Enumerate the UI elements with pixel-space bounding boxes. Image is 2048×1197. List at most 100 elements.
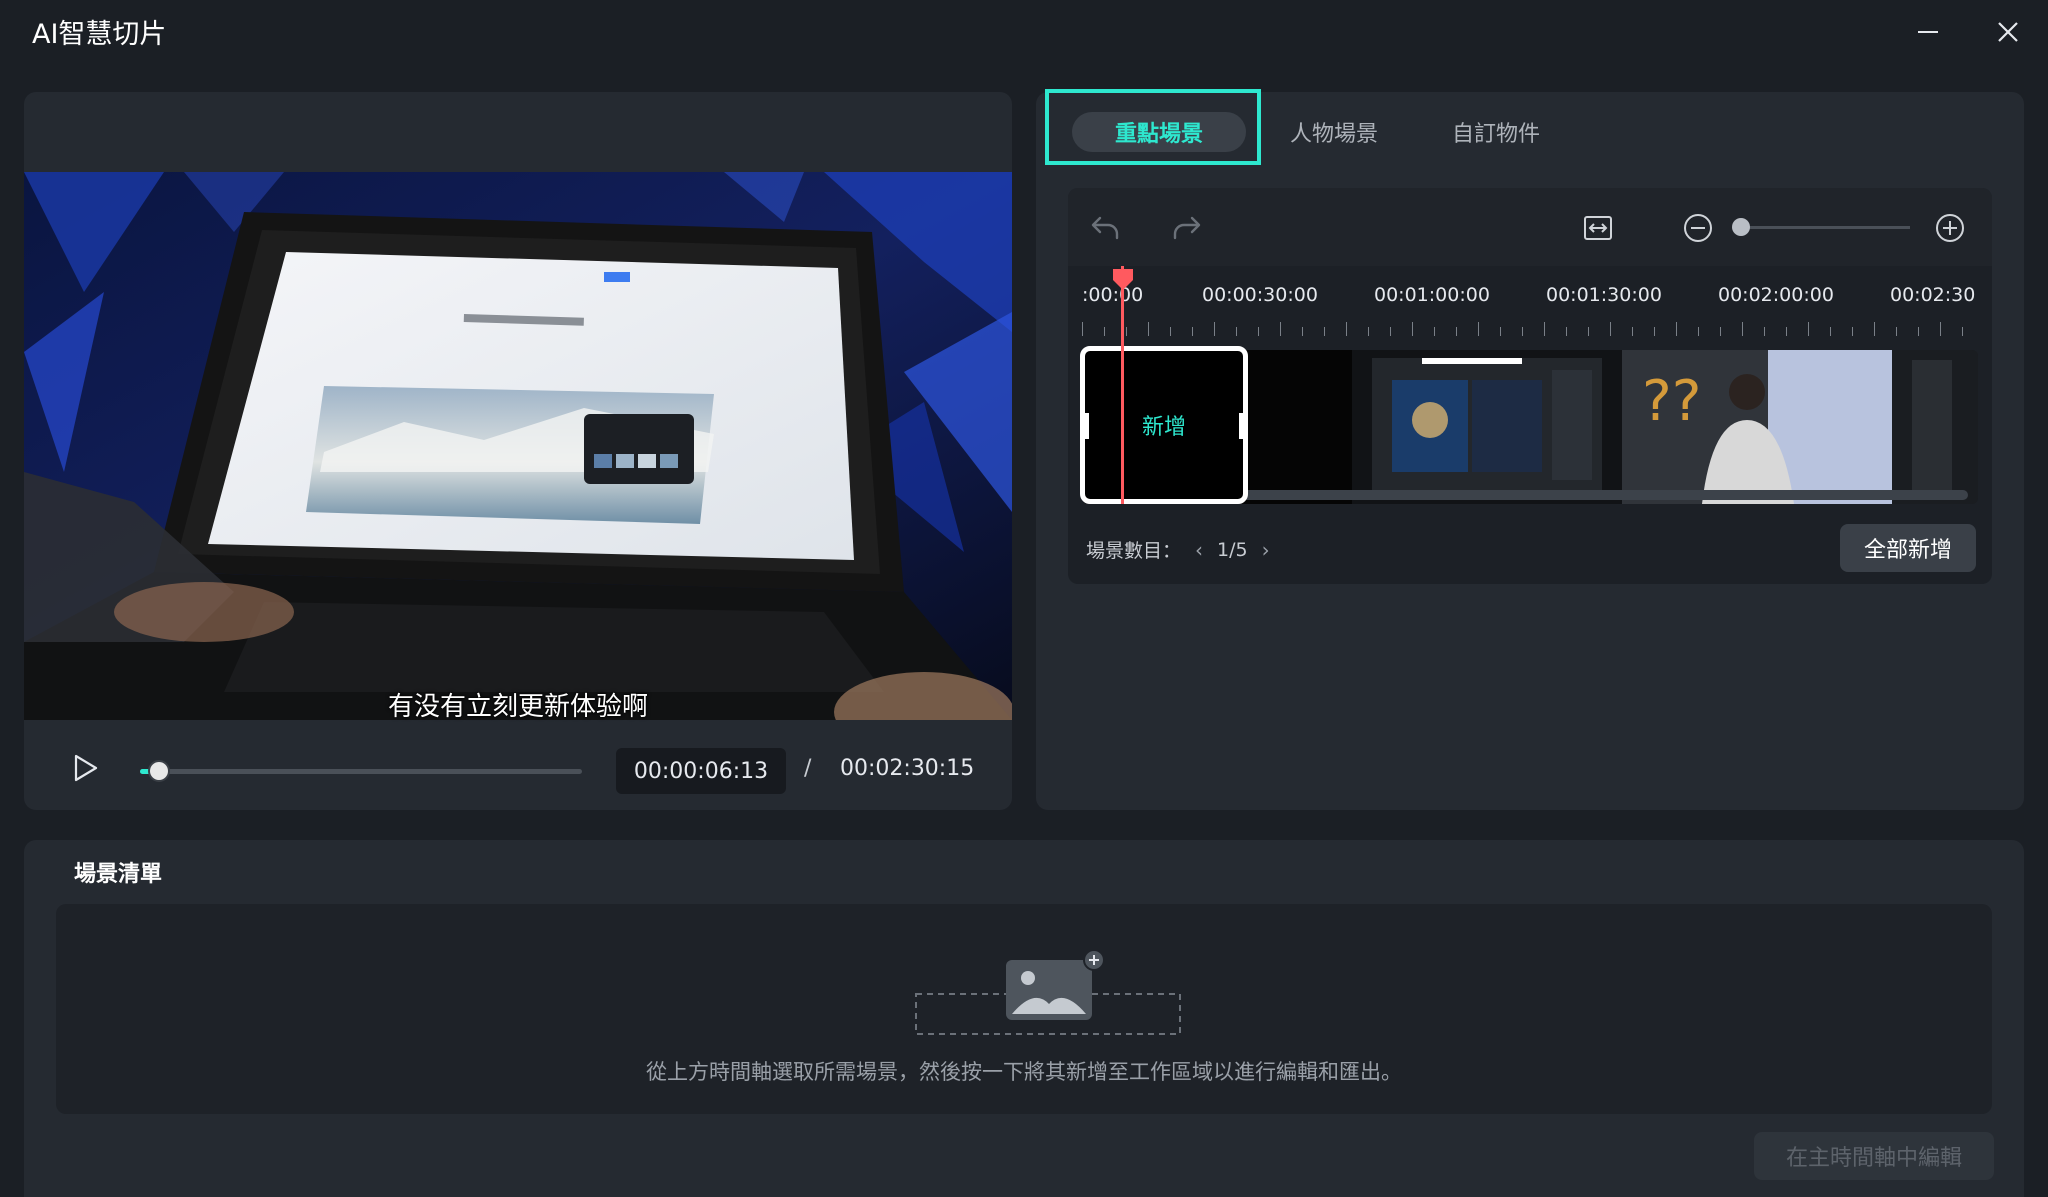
scene-count-value: 1/5: [1217, 538, 1248, 561]
ruler-tick: [1434, 327, 1435, 336]
current-timecode[interactable]: 00:00:06:13: [616, 748, 786, 794]
ruler-tick: [1346, 322, 1347, 336]
ruler-tick: [1192, 327, 1193, 336]
video-preview[interactable]: [24, 172, 1012, 720]
next-scene-button[interactable]: ›: [1262, 538, 1270, 562]
timeline-card: :00:00 00:00:30:00 00:01:00:00 00:01:30:…: [1068, 188, 1992, 584]
timecode-separator: /: [804, 756, 812, 781]
previous-scene-button[interactable]: ‹: [1195, 538, 1203, 562]
playback-progress-bar[interactable]: [140, 760, 582, 782]
zoom-in-button[interactable]: [1932, 210, 1968, 246]
ruler-tick: [1962, 327, 1963, 336]
video-preview-panel: 有没有立刻更新体验啊 00:00:06:13 / 00:02:30:15: [24, 92, 1012, 810]
timeline-toolbar: [1068, 188, 1992, 266]
scene-list-hint: 從上方時間軸選取所需場景，然後按一下將其新增至工作區域以進行編輯和匯出。: [646, 1060, 1402, 1084]
ruler-tick: [1786, 327, 1787, 336]
ruler-tick: [1104, 327, 1105, 336]
window-title: AI智慧切片: [32, 19, 167, 50]
ruler-tick: [1764, 327, 1765, 336]
ruler-label: 00:02:30: [1890, 284, 1976, 306]
ruler-tick: [1852, 327, 1853, 336]
ruler-tick: [1896, 327, 1897, 336]
redo-icon: [1173, 216, 1201, 240]
minimize-icon: [1918, 31, 1938, 33]
zoom-slider-thumb[interactable]: [1732, 218, 1750, 236]
close-icon: [1998, 22, 2018, 42]
edit-in-main-timeline-button[interactable]: 在主時間軸中編輯: [1754, 1132, 1994, 1180]
ruler-tick: [1478, 322, 1479, 336]
ruler-tick: [1698, 327, 1699, 336]
ruler-tick: [1324, 327, 1325, 336]
zoom-in-icon: [1936, 214, 1964, 242]
play-icon: [74, 754, 98, 782]
ruler-tick: [1302, 327, 1303, 336]
ruler-tick: [1390, 327, 1391, 336]
ruler-tick: [1676, 322, 1677, 336]
redo-button[interactable]: [1168, 210, 1204, 246]
scene-list-panel: 場景清單 從上方時間軸選取所需場景，然後按一下將其新增至工作區域以進行編輯和匯出…: [24, 840, 2024, 1197]
add-scene-placeholder-icon: [915, 949, 1181, 1035]
ruler-tick: [1874, 322, 1875, 336]
scene-clip-3[interactable]: ??: [1622, 350, 1892, 504]
fit-to-width-icon: [1584, 216, 1612, 240]
ruler-tick: [1566, 327, 1567, 336]
selected-scene-clip[interactable]: 新增: [1080, 346, 1248, 504]
scene-drop-area[interactable]: 從上方時間軸選取所需場景，然後按一下將其新增至工作區域以進行編輯和匯出。: [56, 904, 1992, 1114]
scene-count-label: 場景數目：: [1086, 540, 1182, 562]
ruler-tick: [1830, 327, 1831, 336]
scene-clip-4[interactable]: [1892, 350, 1978, 504]
ruler-tick: [1148, 322, 1149, 336]
scene-clip-3-thumbnail: ??: [1622, 350, 1892, 504]
ruler-tick: [1456, 327, 1457, 336]
ruler-tick: [1522, 327, 1523, 336]
add-all-button[interactable]: 全部新增: [1840, 524, 1976, 572]
ruler-tick: [1720, 327, 1721, 336]
scene-clip-4-thumbnail: [1892, 350, 1978, 504]
ruler-label: 00:01:30:00: [1546, 284, 1662, 306]
scene-list-title: 場景清單: [74, 862, 163, 887]
add-scene-label: 新增: [1141, 415, 1186, 440]
ruler-tick: [1940, 322, 1941, 336]
ruler-tick: [1500, 327, 1501, 336]
zoom-slider-track[interactable]: [1740, 226, 1910, 229]
video-subtitle: 有没有立刻更新体验啊: [387, 692, 648, 722]
tab-person-scenes[interactable]: 人物場景: [1272, 112, 1396, 152]
ruler-label: 00:01:00:00: [1374, 284, 1490, 306]
scene-count: 場景數目： ‹ 1/5 ›: [1086, 536, 1270, 563]
ruler-tick: [1082, 322, 1083, 336]
zoom-out-button[interactable]: [1680, 210, 1716, 246]
ruler-tick: [1544, 322, 1545, 336]
ruler-tick: [1588, 327, 1589, 336]
ruler-tick: [1170, 327, 1171, 336]
ruler-tick: [1258, 327, 1259, 336]
playback-progress-thumb[interactable]: [148, 760, 170, 782]
scene-detection-panel: 重點場景 人物場景 自訂物件 :00:00 00:00:30:00 00:01:…: [1036, 89, 2024, 810]
svg-text:??: ??: [1642, 369, 1701, 434]
playhead-marker[interactable]: [1110, 266, 1136, 292]
scene-clip-2[interactable]: [1352, 350, 1622, 504]
close-button[interactable]: [1984, 10, 2032, 54]
ruler-tick: [1214, 322, 1215, 336]
timeline-ruler[interactable]: :00:00 00:00:30:00 00:01:00:00 00:01:30:…: [1068, 266, 1992, 336]
fit-to-width-button[interactable]: [1580, 210, 1616, 246]
ruler-tick: [1368, 327, 1369, 336]
ruler-tick: [1126, 327, 1127, 336]
ruler-tick: [1236, 327, 1237, 336]
play-button[interactable]: [64, 746, 108, 790]
undo-button[interactable]: [1088, 210, 1124, 246]
video-frame-image: [24, 172, 1012, 720]
tab-custom-objects[interactable]: 自訂物件: [1434, 112, 1558, 152]
ruler-label: 00:02:00:00: [1718, 284, 1834, 306]
undo-icon: [1091, 216, 1119, 240]
minimize-button[interactable]: [1904, 10, 1952, 54]
ruler-tick: [1654, 327, 1655, 336]
scene-clip-2-thumbnail: [1352, 350, 1622, 504]
ruler-tick: [1280, 322, 1281, 336]
ruler-tick: [1412, 322, 1413, 336]
tab-key-scenes[interactable]: 重點場景: [1072, 112, 1246, 152]
ruler-label: 00:00:30:00: [1202, 284, 1318, 306]
timeline-scrollbar[interactable]: [1242, 490, 1968, 500]
playhead-line[interactable]: [1121, 266, 1124, 504]
ruler-tick: [1742, 322, 1743, 336]
ruler-tick: [1918, 327, 1919, 336]
